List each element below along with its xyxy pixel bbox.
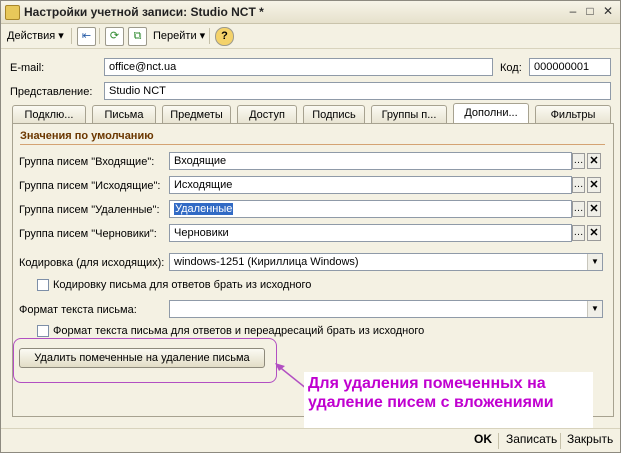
tab-strip: Подклю... Письма Предметы Доступ Подпись… xyxy=(1,103,620,125)
selected-text: Удаленные xyxy=(174,203,234,215)
incoming-group-field[interactable]: Входящие xyxy=(169,152,572,170)
encoding-value: windows-1251 (Кириллица Windows) xyxy=(174,256,359,268)
display-field[interactable]: Studio NCT xyxy=(104,82,611,100)
code-label: Код: xyxy=(500,62,522,74)
toolbar-separator xyxy=(209,28,210,44)
toolbar-separator xyxy=(99,28,100,44)
format-reply-checkbox[interactable] xyxy=(37,325,49,337)
tab-connection[interactable]: Подклю... xyxy=(12,105,86,123)
select-button[interactable]: … xyxy=(572,177,585,193)
code-field[interactable]: 000000001 xyxy=(529,58,611,76)
footer-bar: OK Записать Закрыть xyxy=(1,428,620,453)
encoding-select[interactable]: windows-1251 (Кириллица Windows) xyxy=(169,253,603,271)
clear-icon[interactable]: ✕ xyxy=(587,153,601,169)
select-button[interactable]: … xyxy=(572,225,585,241)
section-title: Значения по умолчанию xyxy=(20,130,154,142)
outgoing-group-field[interactable]: Исходящие xyxy=(169,176,572,194)
delete-marked-letters-button[interactable]: Удалить помеченные на удаление письма xyxy=(19,348,265,368)
ok-button[interactable]: OK xyxy=(474,432,492,446)
annotation-callout: Для удаления помеченных на удаление писе… xyxy=(304,372,593,428)
tab-groups[interactable]: Группы п... xyxy=(371,105,447,123)
clear-icon[interactable]: ✕ xyxy=(587,225,601,241)
email-field[interactable]: office@nct.ua xyxy=(104,58,493,76)
copy-icon[interactable]: ⧉ xyxy=(128,27,147,46)
tab-additional[interactable]: Дополни... xyxy=(453,103,529,124)
goto-menu-label: Перейти xyxy=(153,30,197,42)
help-icon[interactable]: ? xyxy=(215,27,234,46)
close-button[interactable]: Закрыть xyxy=(567,432,613,446)
format-label: Формат текста письма: xyxy=(19,304,137,316)
maximize-button[interactable]: □ xyxy=(582,4,598,19)
encoding-reply-label: Кодировку письма для ответов брать из ис… xyxy=(53,279,312,291)
outgoing-group-label: Группа писем "Исходящие": xyxy=(19,180,161,192)
tab-access[interactable]: Доступ xyxy=(237,105,297,123)
goto-menu[interactable]: Перейти ▾ xyxy=(153,28,205,44)
drafts-group-field[interactable]: Черновики xyxy=(169,224,572,242)
tab-subjects[interactable]: Предметы xyxy=(162,105,231,123)
clear-icon[interactable]: ✕ xyxy=(587,201,601,217)
display-label: Представление: xyxy=(10,86,93,98)
chevron-down-icon[interactable]: ▼ xyxy=(587,254,602,270)
incoming-group-label: Группа писем "Входящие": xyxy=(19,156,155,168)
save-button[interactable]: Записать xyxy=(506,432,557,446)
encoding-reply-checkbox[interactable] xyxy=(37,279,49,291)
title-bar: Настройки учетной записи: Studio NCT * –… xyxy=(1,1,620,24)
refresh-icon[interactable]: ⟳ xyxy=(105,27,124,46)
email-label: E-mail: xyxy=(10,62,45,74)
encoding-label: Кодировка (для исходящих): xyxy=(19,257,165,269)
select-button[interactable]: … xyxy=(572,153,585,169)
dropdown-arrow-icon: ▾ xyxy=(58,30,64,42)
drafts-group-label: Группа писем "Черновики": xyxy=(19,228,157,240)
clear-icon[interactable]: ✕ xyxy=(587,177,601,193)
toolbar: Действия ▾ ⇤ ⟳ ⧉ Перейти ▾ ? xyxy=(1,24,620,49)
deleted-group-field[interactable]: Удаленные xyxy=(169,200,572,218)
select-button[interactable]: … xyxy=(572,201,585,217)
tab-signature[interactable]: Подпись xyxy=(303,105,365,123)
annotation-text: Для удаления помеченных на удаление писе… xyxy=(308,374,554,412)
minimize-button[interactable]: – xyxy=(565,4,581,19)
tab-letters[interactable]: Письма xyxy=(92,105,156,123)
footer-separator xyxy=(498,433,499,449)
annotation-line-2: удаление писем с вложениями xyxy=(308,394,554,411)
deleted-group-label: Группа писем "Удаленные": xyxy=(19,204,160,216)
actions-menu[interactable]: Действия ▾ xyxy=(7,28,64,44)
close-window-button[interactable]: ✕ xyxy=(600,4,616,19)
actions-menu-label: Действия xyxy=(7,30,56,42)
window-title: Настройки учетной записи: Studio NCT * xyxy=(24,5,264,19)
format-reply-label: Формат текста письма для ответов и переа… xyxy=(53,325,425,337)
chevron-down-icon[interactable]: ▼ xyxy=(587,301,602,317)
format-select[interactable] xyxy=(169,300,603,318)
section-divider xyxy=(20,144,605,145)
move-icon[interactable]: ⇤ xyxy=(77,27,96,46)
tab-filters[interactable]: Фильтры xyxy=(535,105,611,123)
toolbar-separator xyxy=(71,28,72,44)
settings-window: Настройки учетной записи: Studio NCT * –… xyxy=(0,0,621,453)
app-icon xyxy=(5,5,20,20)
annotation-line-1: Для удаления помеченных на xyxy=(308,375,546,392)
dropdown-arrow-icon: ▾ xyxy=(199,30,206,42)
footer-separator xyxy=(560,433,561,449)
